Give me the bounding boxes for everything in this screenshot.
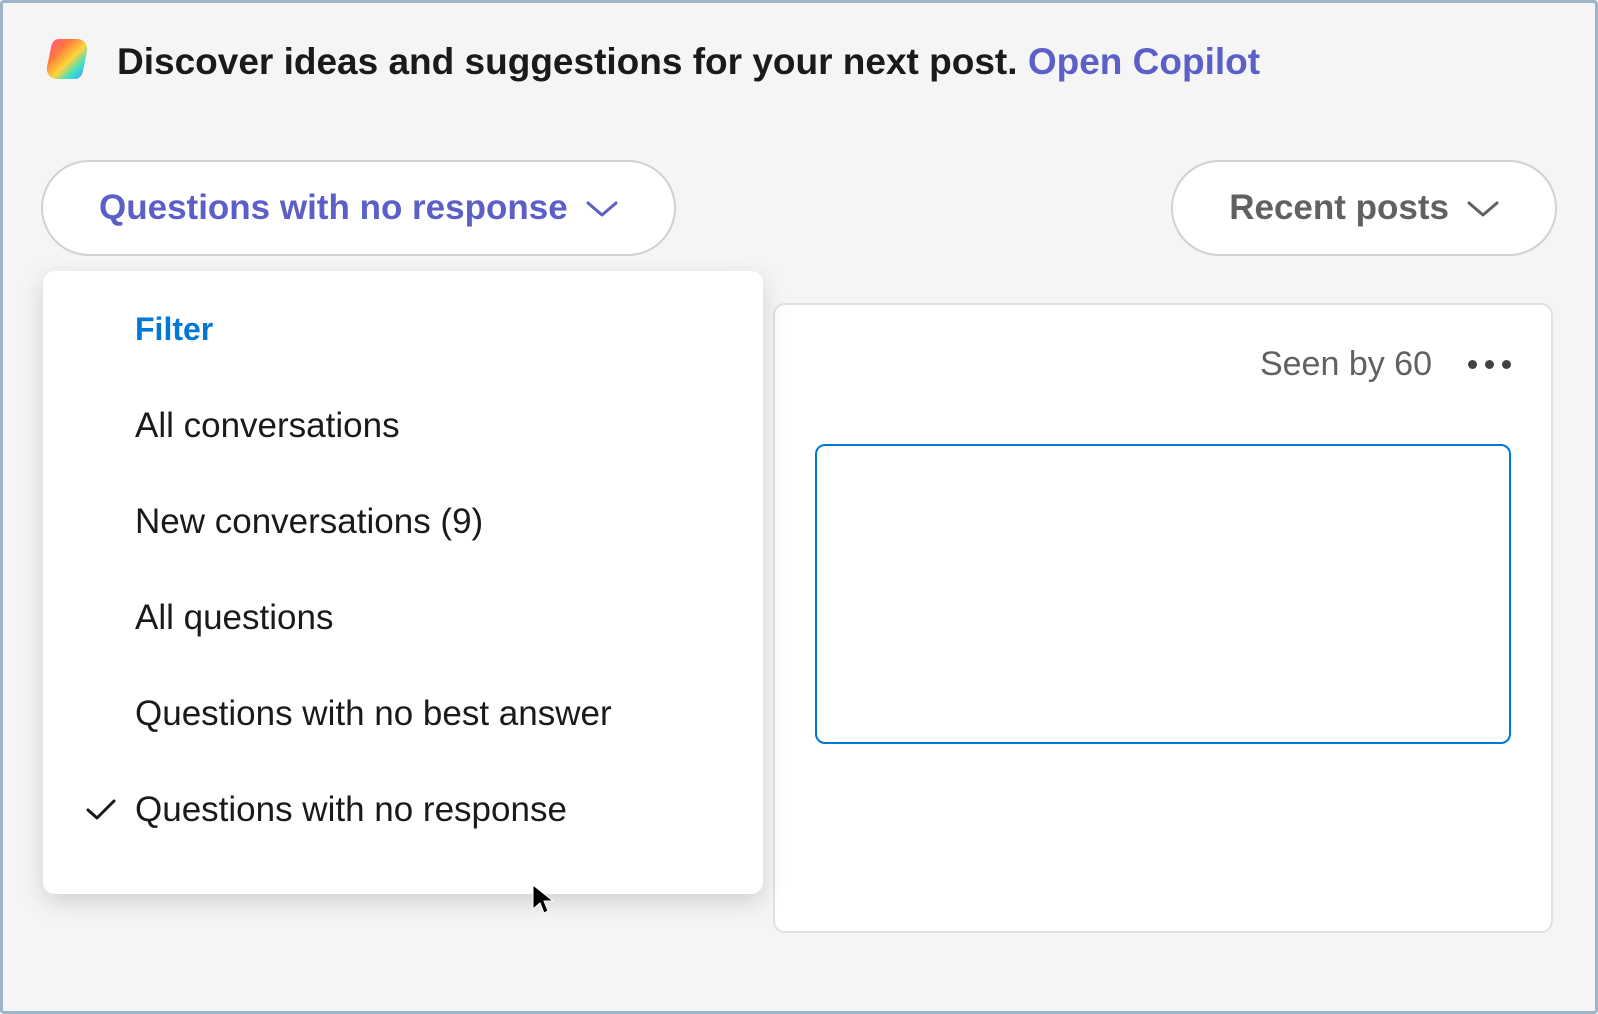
more-options-icon[interactable] xyxy=(1468,360,1511,369)
chevron-down-icon xyxy=(1467,188,1499,228)
filter-dropdown-label: Questions with no response xyxy=(99,188,568,228)
post-body-input[interactable] xyxy=(815,444,1511,744)
chevron-down-icon xyxy=(586,188,618,228)
banner-prompt: Discover ideas and suggestions for your … xyxy=(117,41,1028,82)
filter-option-label: All questions xyxy=(135,598,333,638)
filter-option-no-response[interactable]: Questions with no response xyxy=(43,762,763,858)
filter-row: Questions with no response Recent posts xyxy=(41,160,1557,256)
filter-option-label: All conversations xyxy=(135,406,400,446)
filter-option-label: Questions with no response xyxy=(135,790,567,830)
filter-dropdown-button[interactable]: Questions with no response xyxy=(41,160,676,256)
filter-dropdown-menu: Filter All conversations New conversatio… xyxy=(43,271,763,894)
main-container: Discover ideas and suggestions for your … xyxy=(0,0,1598,1014)
filter-option-label: New conversations (9) xyxy=(135,502,483,542)
sort-dropdown-label: Recent posts xyxy=(1229,188,1449,228)
copilot-banner: Discover ideas and suggestions for your … xyxy=(41,33,1557,90)
open-copilot-link[interactable]: Open Copilot xyxy=(1028,41,1260,82)
copilot-icon xyxy=(41,33,93,90)
filter-option-all-questions[interactable]: All questions xyxy=(43,570,763,666)
dropdown-header: Filter xyxy=(43,299,763,378)
banner-text: Discover ideas and suggestions for your … xyxy=(117,41,1260,83)
check-icon xyxy=(85,798,135,822)
seen-by-label: Seen by 60 xyxy=(1260,345,1432,384)
filter-option-no-best-answer[interactable]: Questions with no best answer xyxy=(43,666,763,762)
filter-option-all-conversations[interactable]: All conversations xyxy=(43,378,763,474)
post-header: Seen by 60 xyxy=(815,345,1511,384)
sort-dropdown-button[interactable]: Recent posts xyxy=(1171,160,1557,256)
post-card: Seen by 60 xyxy=(773,303,1553,933)
filter-option-new-conversations[interactable]: New conversations (9) xyxy=(43,474,763,570)
filter-option-label: Questions with no best answer xyxy=(135,694,612,734)
